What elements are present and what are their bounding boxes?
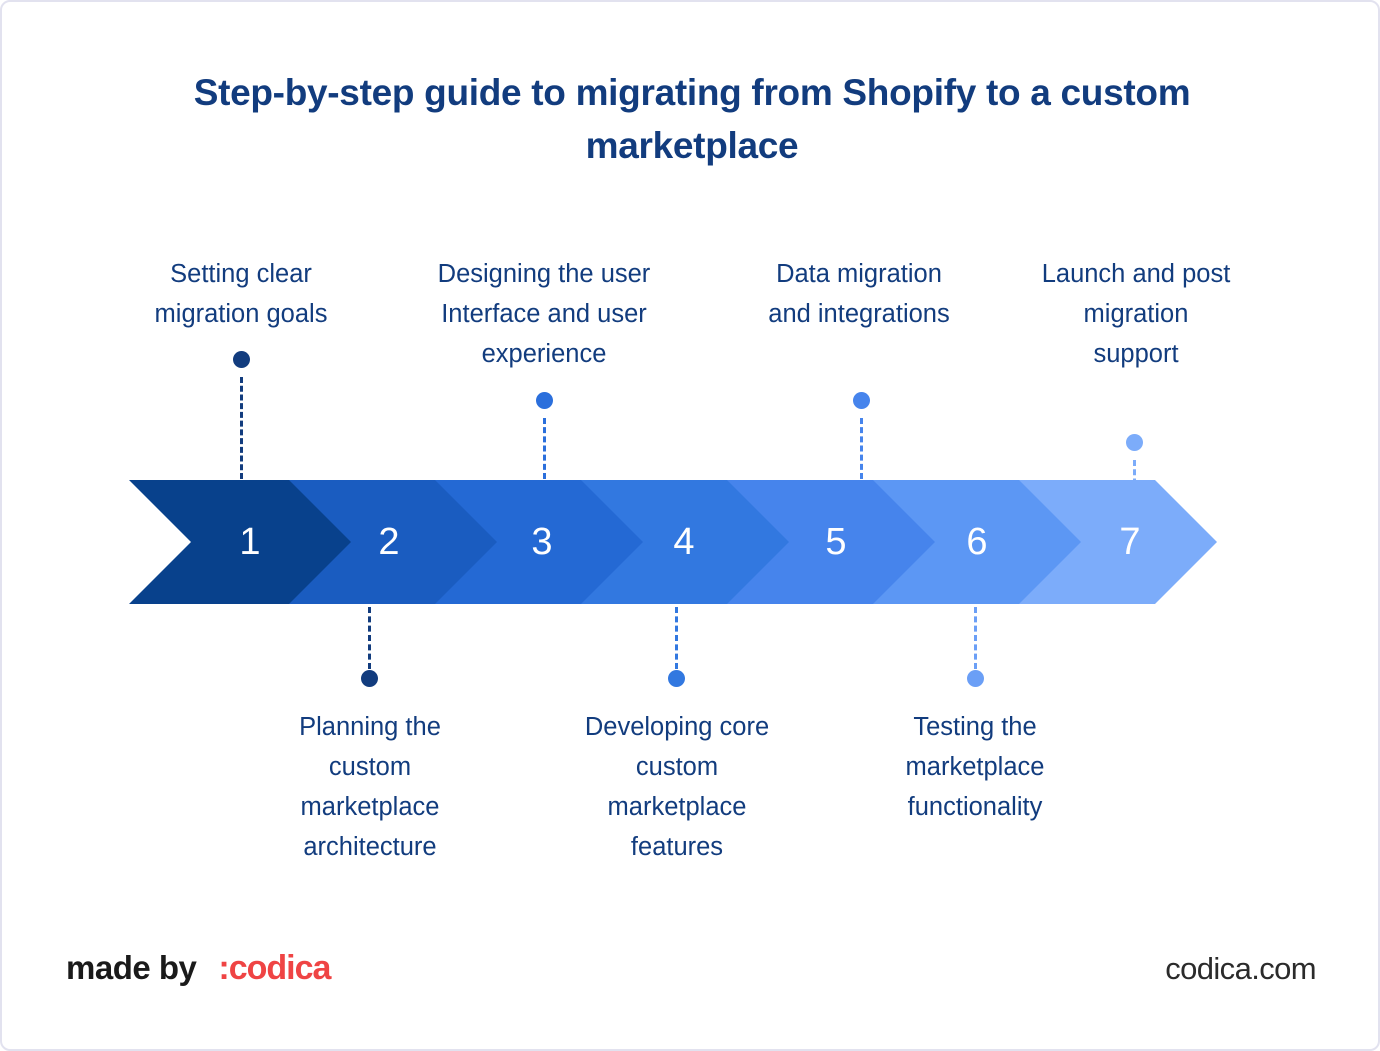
step-number-5: 5 xyxy=(825,521,847,563)
connector-dot-7 xyxy=(1126,434,1143,451)
step-number-1: 1 xyxy=(239,521,261,563)
codica-logo: :codica xyxy=(218,949,331,987)
connector-dash-6 xyxy=(974,607,977,669)
step-label-7: Launch and post migration support xyxy=(1041,260,1231,368)
connector-dot-4 xyxy=(668,670,685,687)
made-by-label: made by xyxy=(66,949,197,986)
timeline-stage: Setting clear migration goals Designing … xyxy=(2,2,1378,1049)
footer-branding: made by :codica xyxy=(66,949,331,988)
infographic-page: Step-by-step guide to migrating from Sho… xyxy=(0,0,1380,1051)
connector-dash-4 xyxy=(675,607,678,669)
step-number-4: 4 xyxy=(673,521,695,563)
connector-dash-2 xyxy=(368,607,371,669)
step-number-7: 7 xyxy=(1119,521,1141,563)
step-number-6: 6 xyxy=(966,521,988,563)
connector-dash-1 xyxy=(240,377,243,479)
step-label-2: Planning the custom marketplace architec… xyxy=(299,713,441,861)
step-label-1: Setting clear migration goals xyxy=(154,260,328,328)
step-label-3: Designing the user Interface and user ex… xyxy=(437,260,651,368)
step-label-5: Data migration and integrations xyxy=(768,260,950,328)
connector-dot-1 xyxy=(233,351,250,368)
step-number-2: 2 xyxy=(378,521,400,563)
website-url: codica.com xyxy=(1165,951,1316,986)
step-number-3: 3 xyxy=(531,521,553,563)
connector-dot-3 xyxy=(536,392,553,409)
connector-dash-3 xyxy=(543,418,546,479)
connector-dot-2 xyxy=(361,670,378,687)
step-label-4: Developing core custom marketplace featu… xyxy=(584,713,770,861)
connector-dash-5 xyxy=(860,418,863,479)
step-label-6: Testing the marketplace functionality xyxy=(905,713,1045,821)
connector-dot-6 xyxy=(967,670,984,687)
connector-dot-5 xyxy=(853,392,870,409)
